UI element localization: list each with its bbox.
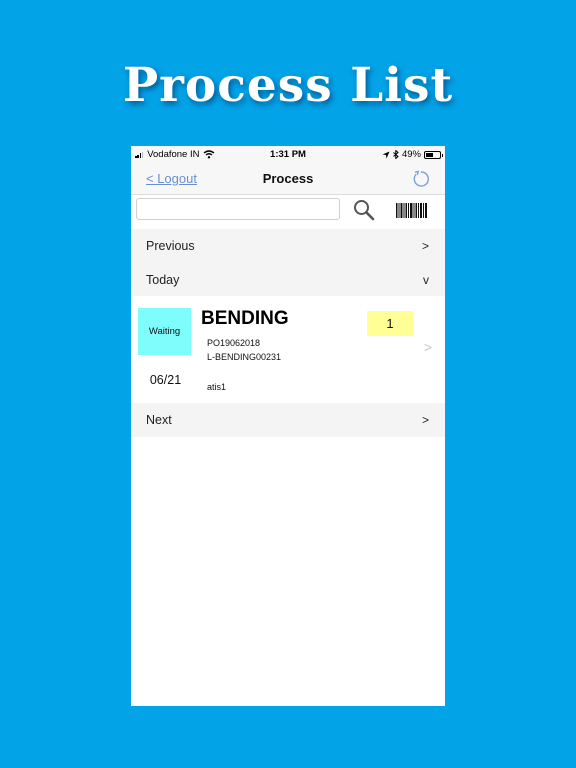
item-user: atis1 — [207, 382, 227, 392]
chevron-down-icon: v — [423, 273, 429, 287]
bluetooth-icon — [393, 150, 399, 159]
section-previous[interactable]: Previous > — [131, 229, 445, 263]
navigation-bar: < Logout Process — [131, 163, 445, 195]
quantity-badge: 1 — [367, 311, 413, 336]
refresh-icon[interactable] — [410, 168, 432, 190]
page-title: Process — [262, 171, 314, 186]
location-icon — [382, 151, 390, 158]
phone-screen: Vodafone IN 1:31 PM 49% < Logout Process — [131, 146, 445, 706]
list-item[interactable]: Waiting 06/21 BENDING 1 PO19062018 L-BEN… — [131, 296, 445, 403]
search-row — [131, 195, 445, 229]
section-next-label: Next — [146, 413, 172, 427]
battery-icon — [424, 150, 443, 159]
search-icon[interactable] — [352, 198, 376, 222]
barcode-icon[interactable] — [396, 203, 427, 218]
item-title: BENDING — [201, 308, 289, 329]
promo-title: Process List — [122, 58, 454, 113]
quantity-value: 1 — [386, 316, 394, 331]
section-previous-label: Previous — [146, 239, 195, 253]
chevron-right-icon: > — [423, 339, 432, 355]
section-next[interactable]: Next > — [131, 403, 445, 437]
status-badge: Waiting — [138, 308, 191, 355]
item-po-number: PO19062018 — [207, 338, 261, 348]
chevron-right-icon: > — [421, 413, 429, 427]
status-bar: Vodafone IN 1:31 PM 49% — [131, 146, 445, 163]
section-today-label: Today — [146, 273, 180, 287]
status-bar-right: 49% — [382, 149, 443, 160]
section-today[interactable]: Today v — [131, 263, 445, 297]
search-input[interactable] — [136, 198, 340, 220]
chevron-right-icon: > — [421, 239, 429, 253]
item-code: L-BENDING00231 — [207, 352, 282, 362]
status-label: Waiting — [148, 326, 181, 337]
battery-percent: 49% — [401, 149, 421, 160]
item-date: 06/21 — [149, 373, 182, 387]
